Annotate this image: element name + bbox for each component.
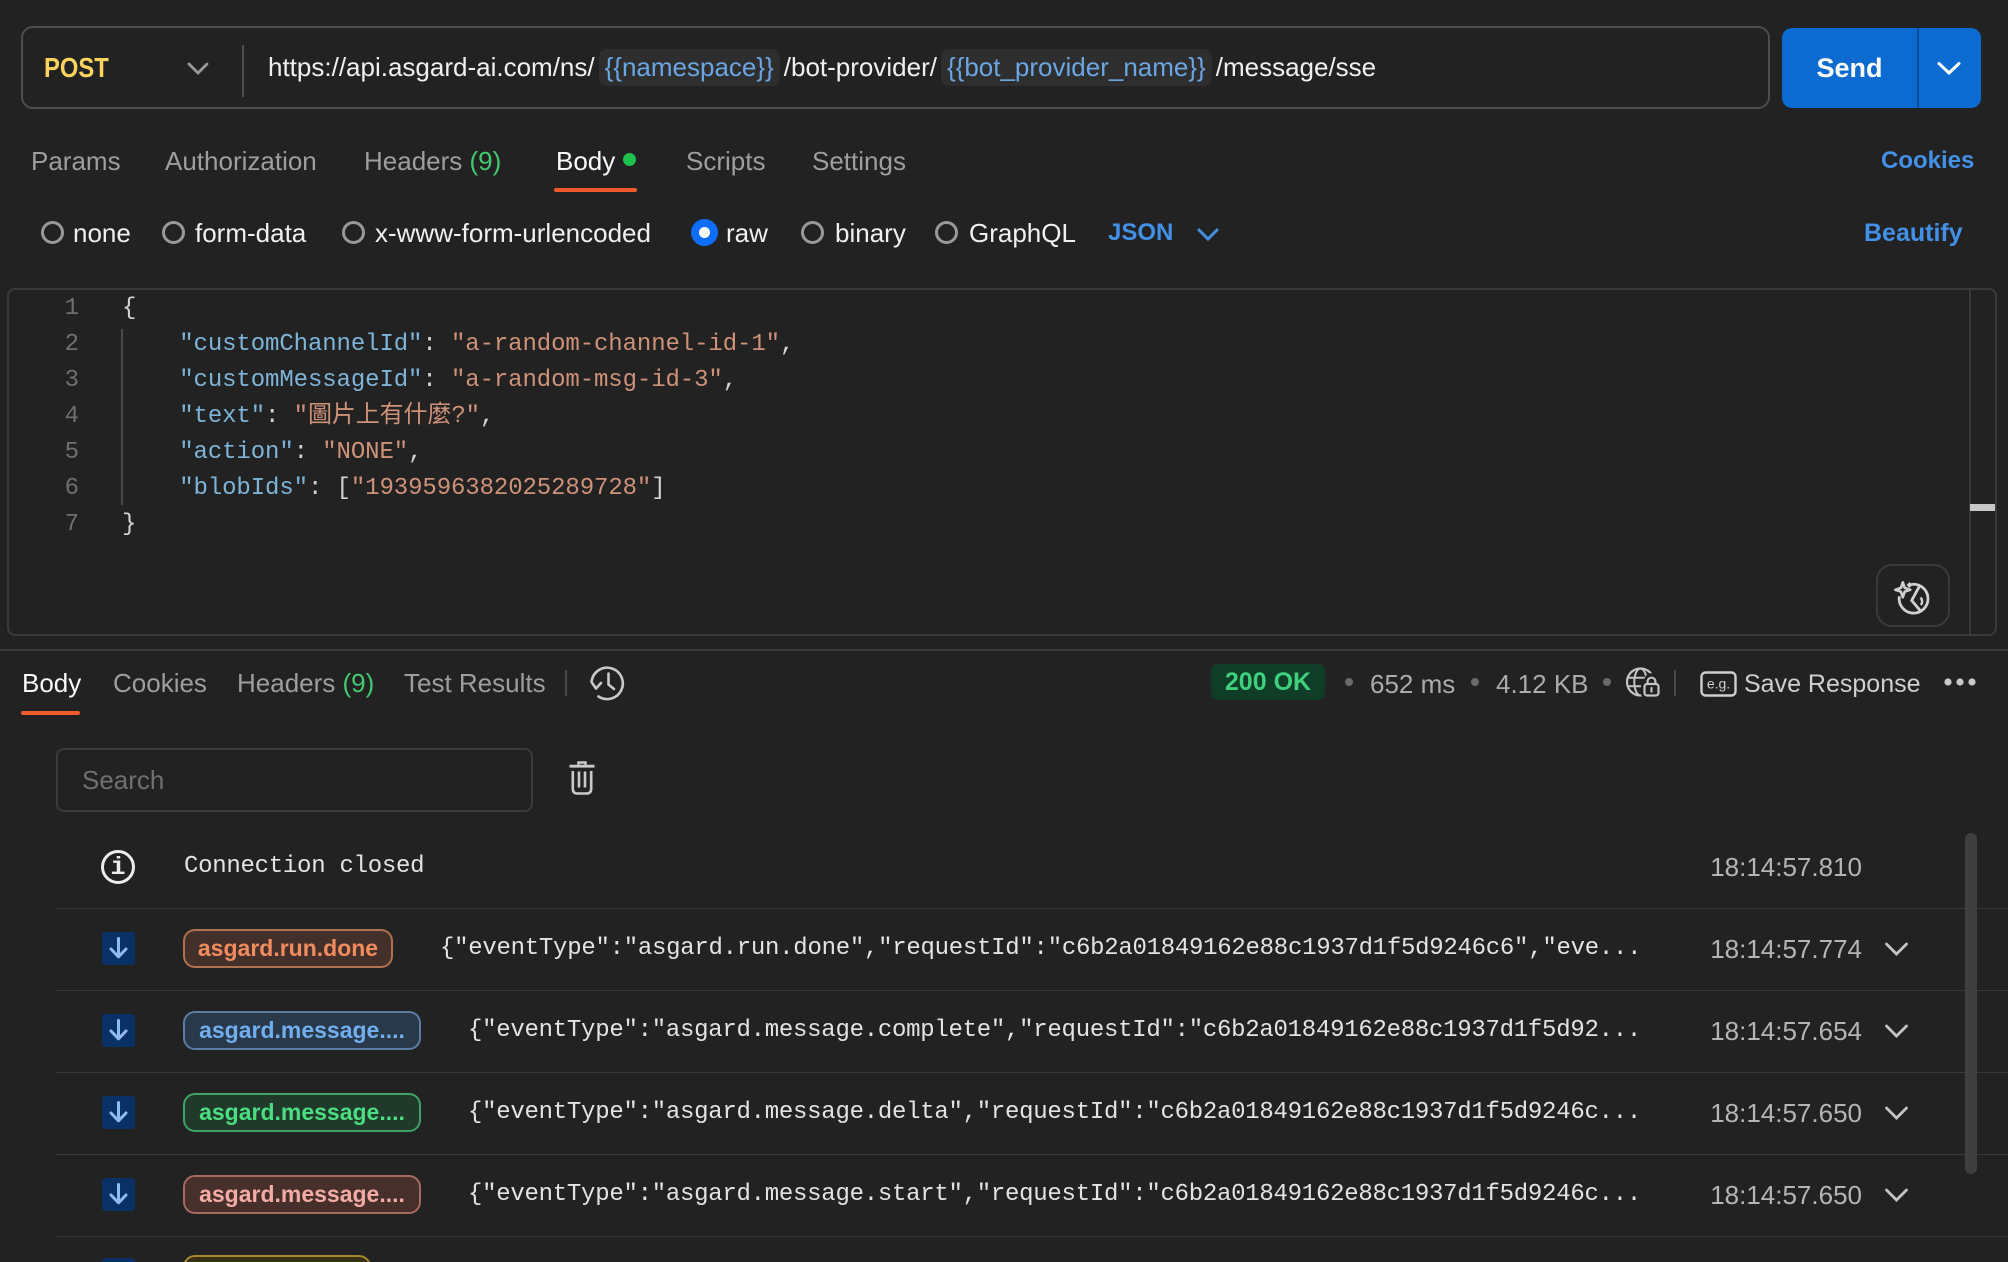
svg-text:e.g.: e.g.: [1707, 676, 1730, 692]
